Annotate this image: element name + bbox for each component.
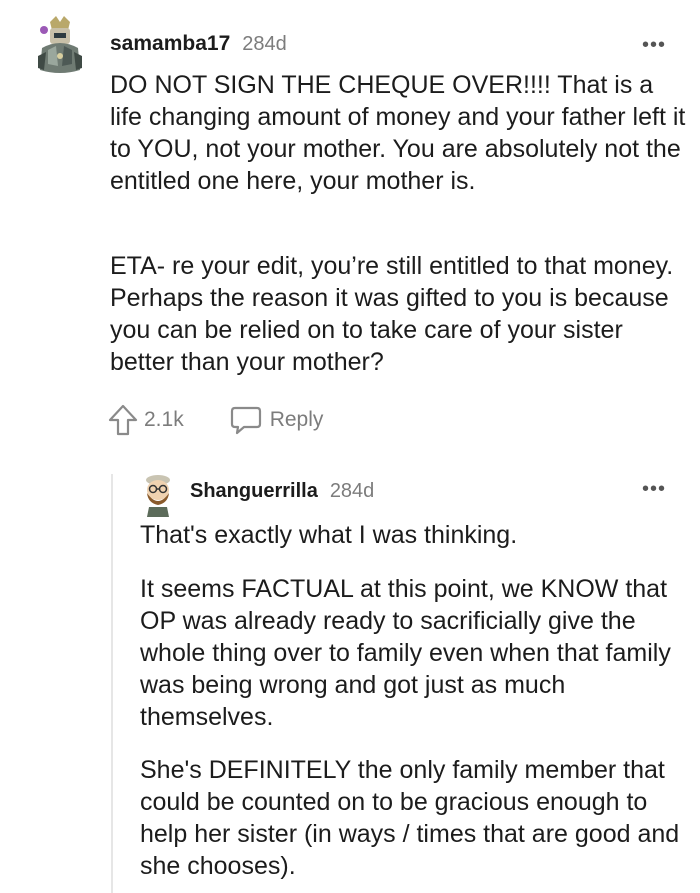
avatar-icon[interactable] (36, 16, 84, 76)
more-options-icon[interactable]: ••• (642, 35, 666, 55)
upvote-count: 2.1k (144, 408, 184, 431)
upvote-button[interactable]: 2.1k (108, 403, 184, 437)
comment-paragraph: That's exactly what I was thinking. (140, 521, 518, 549)
reply-label: Reply (269, 408, 324, 431)
username[interactable]: samamba17 (110, 32, 230, 56)
username[interactable]: Shanguerrilla (190, 480, 318, 503)
thread-line[interactable] (111, 474, 113, 893)
timestamp: 284d (329, 480, 375, 502)
comment-actions: 2.1k Reply (108, 403, 323, 437)
comment-header: Shanguerrilla 284d (190, 480, 374, 503)
avatar-bearded-man-icon (146, 475, 170, 517)
avatar-robot-icon (38, 16, 82, 73)
timestamp: 284d (242, 33, 287, 55)
comment-paragraph: DO NOT SIGN THE CHEQUE OVER!!!! That is … (110, 71, 686, 195)
comment-paragraph: It seems FACTUAL at this point, we KNOW … (140, 575, 671, 731)
reply-button[interactable]: Reply (230, 405, 324, 435)
upvote-arrow-icon (108, 404, 138, 436)
speech-bubble-icon (230, 406, 261, 435)
comment-header: samamba17 284d (110, 32, 287, 56)
comment-paragraph: She's DEFINITELY the only family member … (140, 756, 680, 880)
more-options-icon[interactable]: ••• (642, 479, 666, 499)
comment-paragraph: ETA- re your edit, you’re still entitled… (110, 252, 674, 376)
avatar-icon[interactable] (141, 473, 175, 517)
